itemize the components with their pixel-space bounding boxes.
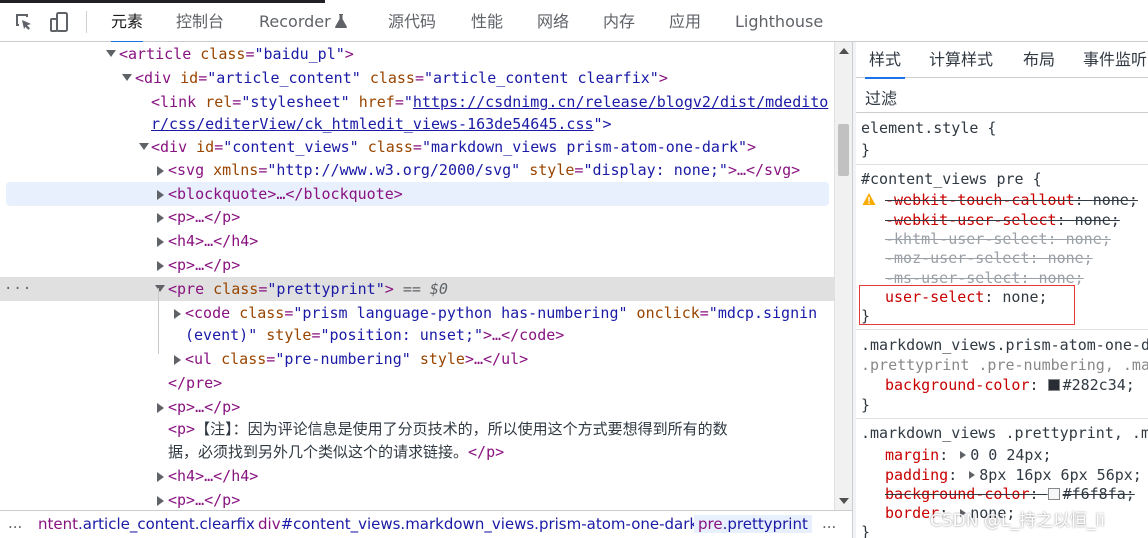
dom-node-pre-close[interactable]: </pre> [0, 371, 834, 395]
prop-background-color-dark[interactable]: background-color: #282c34; [885, 375, 1135, 395]
filter-placeholder: 过滤 [865, 89, 898, 108]
dom-node-code[interactable]: <code class="prism language-python has-n… [0, 301, 834, 325]
expand-shorthand-icon[interactable] [960, 451, 967, 459]
prop-moz-user-select[interactable]: -moz-user-select: none; [885, 248, 1093, 268]
tab-memory[interactable]: 内存 [603, 0, 635, 42]
prop-background-color-light[interactable]: background-color: #f6f8fa; [885, 484, 1135, 504]
dom-node-p-note[interactable]: <p>【注】：因为评论信息是使用了分页技术的，所以使用这个方式要想得到所有的数 [0, 417, 834, 441]
color-swatch-icon[interactable] [1047, 488, 1060, 500]
highlight-annotation-box [859, 285, 1075, 325]
expand-triangle-icon[interactable] [157, 261, 164, 271]
stylesheet-link[interactable]: https://csdnimg.cn/release/blogv2/dist/m… [413, 93, 828, 111]
collapse-triangle-icon[interactable] [122, 74, 132, 81]
rule-divider [856, 329, 1148, 330]
prop-padding[interactable]: padding: 8px 16px 6px 56px; [885, 465, 1142, 485]
rule-markdown-views-dark-selector2[interactable]: .prettyprint .pre-numbering, .ma [861, 355, 1148, 375]
tab-computed[interactable]: 计算样式 [929, 42, 993, 78]
collapse-triangle-icon[interactable] [106, 50, 116, 57]
expand-triangle-icon[interactable] [157, 237, 164, 247]
tab-elements[interactable]: 元素 [111, 0, 144, 43]
expand-triangle-icon[interactable] [157, 213, 164, 223]
warning-icon [862, 193, 876, 205]
breadcrumb: ... ntent.article_content.clearfix div#c… [0, 510, 852, 538]
prop-webkit-user-select[interactable]: -webkit-user-select: none; [885, 210, 1120, 230]
devtools-toolbar: 元素 控制台 Recorder 源代码 性能 网络 内存 应用 Lighthou… [0, 0, 1148, 43]
dom-node-div-article-content[interactable]: <div id="article_content" class="article… [0, 66, 834, 90]
node-menu-dots[interactable]: ··· [4, 277, 32, 301]
dom-node-pre-selected[interactable]: ··· <pre class="prettyprint"> == $0 [0, 277, 834, 301]
styles-tabs: 样式 计算样式 布局 事件监听 [856, 42, 1148, 79]
tab-styles[interactable]: 样式 [864, 42, 906, 79]
expand-triangle-icon[interactable] [174, 355, 181, 365]
dom-node-p[interactable]: <p>…</p> [0, 488, 834, 510]
dom-node-h4[interactable]: <h4>…</h4> [0, 464, 834, 488]
dom-node-div-content-views[interactable]: <div id="content_views" class="markdown_… [0, 135, 834, 159]
dom-node-blockquote[interactable]: <blockquote>…</blockquote> [6, 182, 829, 206]
dom-node-p[interactable]: <p>…</p> [0, 395, 834, 419]
rule-content-views-pre[interactable]: #content_views pre { [861, 169, 1042, 189]
rule-close: } [861, 396, 871, 414]
prop-khtml-user-select[interactable]: -khtml-user-select: none; [885, 229, 1111, 249]
elements-dom-tree[interactable]: <article class="baidu_pl"> <div id="arti… [0, 42, 834, 510]
tab-sources[interactable]: 源代码 [388, 0, 436, 42]
rule-markdown-views-dark[interactable]: .markdown_views.prism-atom-one-d [861, 335, 1148, 355]
device-toolbar-icon[interactable] [48, 10, 72, 34]
color-swatch-icon[interactable] [1047, 379, 1060, 391]
tab-recorder[interactable]: Recorder [259, 0, 347, 42]
tab-lighthouse[interactable]: Lighthouse [735, 0, 823, 42]
rule-divider [856, 418, 1148, 419]
inspect-element-icon[interactable] [12, 10, 36, 34]
tab-application[interactable]: 应用 [669, 0, 701, 42]
tab-event-listeners[interactable]: 事件监听 [1083, 42, 1147, 78]
scrollbar-thumb[interactable] [838, 124, 849, 176]
dom-node-article[interactable]: <article class="baidu_pl"> [0, 42, 834, 66]
prop-webkit-touch-callout[interactable]: -webkit-touch-callout: none; [856, 190, 1148, 210]
tab-network[interactable]: 网络 [537, 0, 569, 42]
expand-triangle-icon[interactable] [157, 403, 164, 413]
tab-performance[interactable]: 性能 [471, 0, 503, 42]
dom-node-link[interactable]: <link rel="stylesheet" href="https://csd… [0, 90, 834, 114]
dom-node-svg[interactable]: <svg xmlns="http://www.w3.org/2000/svg" … [0, 158, 834, 182]
flask-icon [334, 14, 347, 28]
expand-triangle-icon[interactable] [157, 190, 164, 200]
breadcrumb-more-right[interactable]: ... [822, 514, 836, 532]
breadcrumb-item-content-views[interactable]: div#content_views.markdown_views.prism-a… [258, 515, 698, 533]
rule-close: } [861, 523, 871, 538]
expand-triangle-icon[interactable] [157, 166, 164, 176]
dom-node-h4[interactable]: <h4>…</h4> [0, 229, 834, 253]
tab-layout[interactable]: 布局 [1023, 42, 1055, 78]
rule-close: } [861, 141, 871, 159]
dom-node-p[interactable]: <p>…</p> [0, 253, 834, 277]
expand-triangle-icon[interactable] [157, 472, 164, 482]
dom-node-p-note-wrap[interactable]: 据，必须找到另外几个类似这个的请求链接。</p> [0, 440, 834, 464]
rule-divider [856, 164, 1148, 165]
collapse-triangle-icon[interactable] [155, 285, 165, 292]
tab-console[interactable]: 控制台 [176, 0, 224, 42]
dom-node-link-wrap[interactable]: r/css/editerView/ck_htmledit_views-163de… [0, 112, 834, 136]
dom-node-p[interactable]: <p>…</p> [0, 205, 834, 229]
expand-triangle-icon[interactable] [174, 309, 181, 319]
expand-shorthand-icon[interactable] [969, 471, 976, 479]
breadcrumb-item-article-content[interactable]: ntent.article_content.clearfix [38, 515, 255, 533]
scroll-up-arrow-icon[interactable] [839, 48, 849, 54]
styles-filter-input[interactable]: 过滤 [856, 79, 1148, 113]
toolbar-separator [86, 11, 87, 33]
breadcrumb-item-pre[interactable]: pre.prettyprint [694, 515, 812, 533]
expand-triangle-icon[interactable] [157, 496, 164, 506]
collapse-triangle-icon[interactable] [139, 143, 149, 150]
rule-element-style[interactable]: element.style { [861, 118, 996, 138]
prop-margin[interactable]: margin: 0 0 24px; [885, 445, 1052, 465]
breadcrumb-more-left[interactable]: ... [8, 514, 22, 532]
dom-node-ul[interactable]: <ul class="pre-numbering" style>…</ul> [0, 347, 834, 371]
rule-markdown-views-prettyprint[interactable]: .markdown_views .prettyprint, .m [861, 423, 1148, 443]
scroll-down-arrow-icon[interactable] [839, 498, 849, 504]
stylesheet-link-cont[interactable]: r/css/editerView/ck_htmledit_views-163de… [151, 115, 594, 133]
dom-node-code-wrap[interactable]: (event)" style="position: unset;">…</cod… [0, 323, 834, 347]
csdn-watermark: CSDN @L_持之以恒_li [930, 511, 1105, 531]
elements-scrollbar[interactable] [834, 42, 852, 510]
